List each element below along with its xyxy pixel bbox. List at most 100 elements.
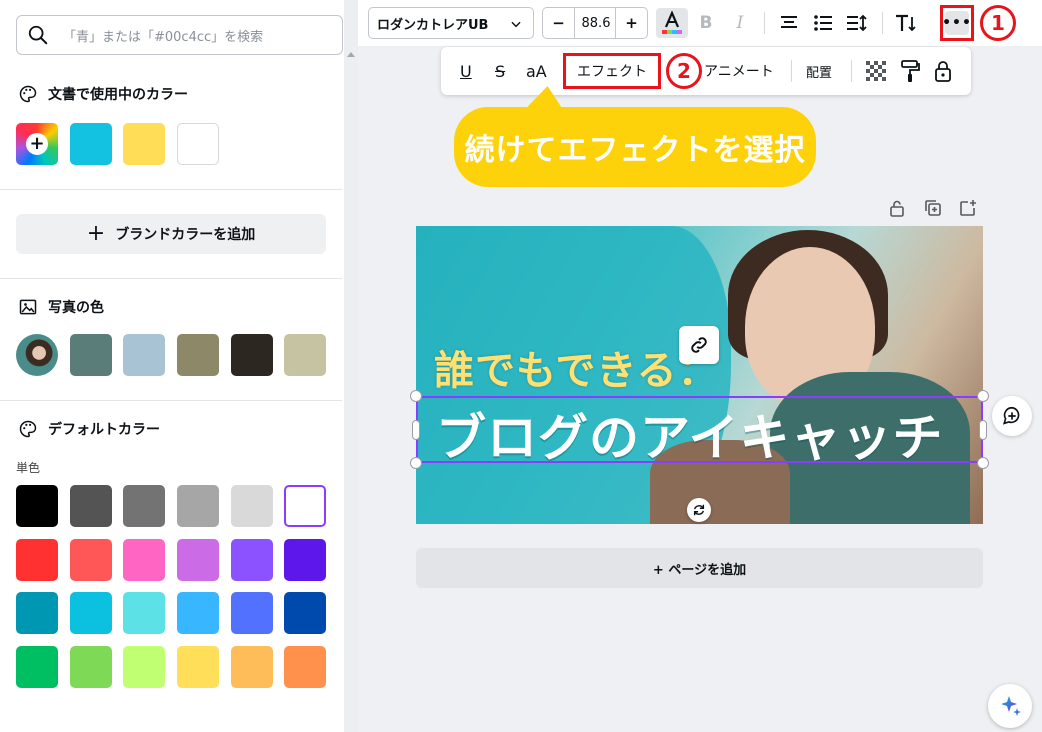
transparency-icon (866, 61, 886, 81)
resize-handle-br[interactable] (977, 457, 989, 469)
default-color-swatch[interactable] (177, 539, 219, 581)
align-button[interactable] (778, 8, 800, 38)
image-icon (19, 299, 37, 315)
default-color-swatch[interactable] (231, 592, 273, 634)
rotate-handle[interactable] (687, 498, 711, 522)
instruction-callout: 続けてエフェクトを選択 (454, 107, 816, 187)
resize-handle-tr[interactable] (977, 390, 989, 402)
doc-color-swatch-1[interactable] (70, 123, 112, 165)
font-family-dropdown[interactable]: ロダンカトレアUB (368, 7, 534, 39)
default-color-swatch[interactable] (70, 646, 112, 688)
default-color-swatch[interactable] (70, 539, 112, 581)
default-color-swatch[interactable] (123, 539, 165, 581)
text-direction-button[interactable] (894, 8, 918, 38)
effects-button[interactable]: エフェクト (563, 53, 661, 89)
position-button[interactable]: 配置 (806, 47, 832, 95)
lock-button[interactable] (933, 56, 953, 86)
default-color-swatch[interactable] (123, 592, 165, 634)
doc-color-swatch-2[interactable] (123, 123, 165, 165)
resize-handle-bl[interactable] (410, 457, 422, 469)
resize-handle-right[interactable] (979, 420, 987, 440)
add-page-icon[interactable] (958, 198, 978, 218)
toolbar-separator (851, 60, 852, 82)
default-color-swatch[interactable] (231, 539, 273, 581)
text-orientation-icon (896, 14, 916, 32)
line-spacing-icon (847, 14, 867, 32)
default-color-swatch[interactable] (123, 646, 165, 688)
spacing-button[interactable] (846, 8, 868, 38)
lock-icon (935, 61, 951, 82)
photo-colors-heading: 写真の色 (18, 297, 104, 317)
default-color-swatch[interactable] (123, 485, 165, 527)
toolbar-separator (764, 12, 765, 34)
list-button[interactable] (812, 8, 834, 38)
photo-color-swatch-3[interactable] (177, 334, 219, 376)
bold-button[interactable]: B (696, 8, 716, 38)
solid-colors-label: 単色 (16, 461, 41, 475)
search-icon (28, 25, 48, 45)
font-size-stepper: − 88.6 + (542, 7, 648, 39)
panel-scrollbar[interactable] (344, 0, 358, 732)
resize-handle-tl[interactable] (410, 390, 422, 402)
more-dots-icon: ••• (942, 11, 971, 35)
magic-assistant-button[interactable] (988, 684, 1032, 728)
default-color-swatch[interactable] (16, 539, 58, 581)
rotate-icon (693, 504, 705, 516)
add-color-button[interactable]: + (16, 123, 58, 165)
default-color-swatch[interactable] (231, 646, 273, 688)
transparency-button[interactable] (866, 56, 886, 86)
default-color-swatch[interactable] (16, 485, 58, 527)
default-color-swatch[interactable] (177, 485, 219, 527)
copy-style-button[interactable] (899, 56, 921, 86)
photo-color-swatch-1[interactable] (70, 334, 112, 376)
photo-color-swatch-2[interactable] (123, 334, 165, 376)
animate-button[interactable]: アニメート (704, 47, 774, 95)
step-badge-2: 2 (666, 53, 702, 89)
photo-color-swatch-4[interactable] (231, 334, 273, 376)
scroll-up-arrow-icon[interactable] (347, 52, 355, 57)
align-center-icon (781, 16, 797, 28)
default-colors-title: デフォルトカラー (48, 422, 160, 438)
default-color-swatch[interactable] (70, 592, 112, 634)
add-brand-color-button[interactable]: + ブランドカラーを追加 (16, 214, 326, 254)
duplicate-page-icon[interactable] (923, 198, 943, 218)
default-color-swatch[interactable] (231, 485, 273, 527)
divider (0, 278, 342, 279)
increase-font-size-button[interactable]: + (615, 8, 647, 38)
underline-button[interactable]: U (460, 47, 472, 95)
source-photo-thumbnail[interactable] (16, 334, 58, 376)
default-color-swatch[interactable] (70, 485, 112, 527)
link-icon (691, 337, 707, 353)
default-color-swatch[interactable] (177, 592, 219, 634)
add-comment-button[interactable] (992, 396, 1032, 436)
add-page-label: + ページを追加 (652, 562, 747, 578)
lock-page-icon[interactable] (887, 198, 907, 218)
resize-handle-left[interactable] (412, 420, 420, 440)
photo-colors-title: 写真の色 (48, 300, 104, 316)
decrease-font-size-button[interactable]: − (543, 8, 575, 38)
font-size-input[interactable]: 88.6 (575, 8, 617, 38)
design-headline-small[interactable]: 誰でもできる： (434, 338, 719, 396)
default-color-swatch[interactable] (284, 592, 326, 634)
default-color-swatch[interactable] (16, 646, 58, 688)
palette-doc-icon (19, 85, 37, 103)
default-color-swatch[interactable] (284, 485, 326, 527)
default-color-swatch[interactable] (284, 646, 326, 688)
search-placeholder: 「青」または「#00c4cc」を検索 (63, 29, 264, 45)
add-page-button[interactable]: + ページを追加 (416, 548, 983, 588)
callout-text: 続けてエフェクトを選択 (464, 133, 806, 168)
photo-color-swatch-5[interactable] (284, 334, 326, 376)
more-options-button[interactable]: ••• (940, 5, 974, 41)
default-color-swatch[interactable] (16, 592, 58, 634)
link-button[interactable] (679, 326, 719, 364)
add-brand-color-label: ブランドカラーを追加 (115, 227, 256, 243)
default-color-swatch[interactable] (177, 646, 219, 688)
text-color-button[interactable] (656, 8, 688, 38)
italic-button[interactable]: I (730, 8, 750, 38)
default-color-swatch[interactable] (284, 539, 326, 581)
color-search-input[interactable]: 「青」または「#00c4cc」を検索 (16, 15, 343, 55)
doc-color-swatch-3[interactable] (177, 123, 219, 165)
document-colors-title: 文書で使用中のカラー (48, 87, 188, 103)
text-selection-box (416, 396, 983, 463)
strikethrough-button[interactable]: S (495, 47, 505, 95)
